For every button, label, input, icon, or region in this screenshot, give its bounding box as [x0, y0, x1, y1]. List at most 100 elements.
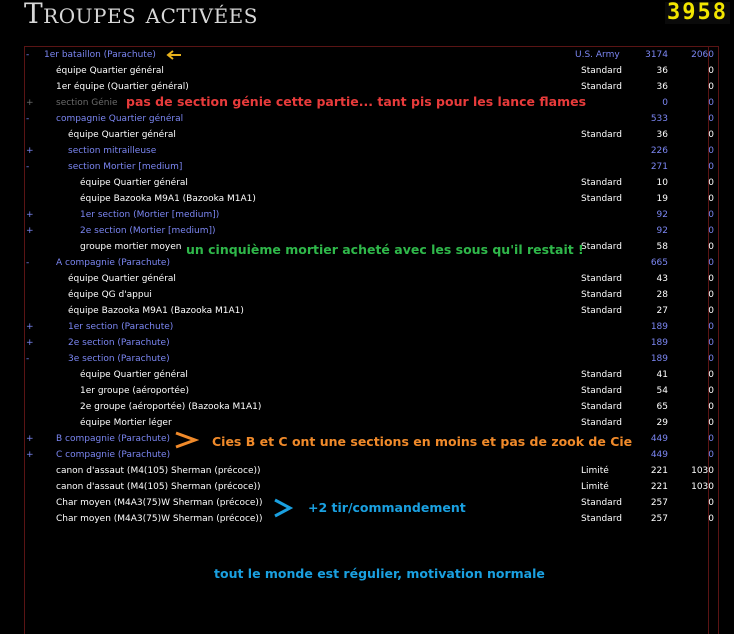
unit-name: 1er bataillon (Parachute)	[44, 50, 156, 60]
unit-points: 271	[650, 162, 668, 172]
unit-quality: Standard	[581, 178, 622, 188]
table-row[interactable]: - compagnie Quartier général 533 0	[0, 111, 734, 127]
table-row[interactable]: équipe Quartier général Standard 43 0	[0, 271, 734, 287]
expand-toggle[interactable]: +	[26, 447, 34, 463]
unit-points: 58	[656, 242, 668, 252]
unit-points: 189	[650, 354, 668, 364]
table-row[interactable]: équipe Mortier léger Standard 29 0	[0, 415, 734, 431]
unit-quality: Standard	[581, 66, 622, 76]
table-row[interactable]: + section mitrailleuse 226 0	[0, 143, 734, 159]
table-row[interactable]: 2e groupe (aéroportée) (Bazooka M1A1) Sta…	[0, 399, 734, 415]
unit-points: 221	[650, 482, 668, 492]
table-row[interactable]: - 3e section (Parachute) 189 0	[0, 351, 734, 367]
unit-name: canon d'assaut (M4(105) Sherman (précoce…	[56, 482, 261, 492]
unit-extra: 0	[708, 306, 714, 316]
unit-name: équipe QG d'appui	[68, 290, 152, 300]
unit-name: équipe Quartier général	[68, 130, 176, 140]
expand-toggle[interactable]: +	[26, 319, 34, 335]
table-row[interactable]: équipe Quartier général Standard 36 0	[0, 127, 734, 143]
table-row[interactable]: 1er groupe (aéroportée) Standard 54 0	[0, 383, 734, 399]
unit-extra: 0	[708, 514, 714, 524]
unit-extra: 1030	[691, 466, 714, 476]
collapse-toggle[interactable]: -	[26, 255, 29, 271]
annotation-tir: +2 tir/commandement	[308, 500, 466, 515]
unit-points: 226	[650, 146, 668, 156]
table-row[interactable]: +1er section (Parachute) 189 0	[0, 319, 734, 335]
table-row[interactable]: équipe Quartier général Standard 10 0	[0, 175, 734, 191]
unit-name: A compagnie (Parachute)	[56, 258, 170, 268]
unit-extra: 0	[708, 162, 714, 172]
collapse-toggle[interactable]: -	[26, 159, 29, 175]
unit-name: équipe Quartier général	[68, 274, 176, 284]
expand-toggle[interactable]: +	[26, 95, 34, 111]
collapse-toggle[interactable]: -	[26, 47, 29, 63]
unit-extra: 0	[708, 226, 714, 236]
unit-extra: 0	[708, 290, 714, 300]
unit-points: 36	[656, 130, 668, 140]
table-row[interactable]: 1er équipe (Quartier général) Standard 36 0	[0, 79, 734, 95]
unit-quality: Standard	[581, 402, 622, 412]
unit-extra: 2060	[691, 50, 714, 60]
unit-extra: 0	[708, 338, 714, 348]
unit-points: 27	[656, 306, 668, 316]
table-row[interactable]: - section Mortier [medium] 271 0	[0, 159, 734, 175]
unit-extra: 1030	[691, 482, 714, 492]
table-row[interactable]: +2e section (Mortier [medium]) 92 0	[0, 223, 734, 239]
table-row[interactable]: équipe QG d'appui Standard 28 0	[0, 287, 734, 303]
unit-points: 221	[650, 466, 668, 476]
unit-points: 19	[656, 194, 668, 204]
table-row[interactable]: équipe Quartier général Standard 41 0	[0, 367, 734, 383]
unit-name: canon d'assaut (M4(105) Sherman (précoce…	[56, 466, 261, 476]
expand-toggle[interactable]: +	[26, 207, 34, 223]
unit-extra: 0	[708, 402, 714, 412]
unit-points: 36	[656, 82, 668, 92]
table-row[interactable]: équipe Bazooka M9A1 (Bazooka M1A1) Standa…	[0, 303, 734, 319]
collapse-toggle[interactable]: -	[26, 111, 29, 127]
table-row[interactable]: équipe Bazooka M9A1 (Bazooka M1A1) Standa…	[0, 191, 734, 207]
unit-quality: Standard	[581, 306, 622, 316]
unit-extra: 0	[708, 146, 714, 156]
unit-quality: Limité	[581, 466, 609, 476]
unit-points: 36	[656, 66, 668, 76]
expand-toggle[interactable]: +	[26, 335, 34, 351]
table-row[interactable]: équipe Quartier général Standard 36 0	[0, 63, 734, 79]
unit-name: B compagnie (Parachute)	[56, 434, 170, 444]
unit-points: 54	[656, 386, 668, 396]
table-row[interactable]: - 1er bataillon (Parachute) U.S. Army 3174 2…	[0, 47, 734, 63]
unit-extra: 0	[708, 114, 714, 124]
unit-name: équipe Bazooka M9A1 (Bazooka M1A1)	[80, 194, 256, 204]
unit-points: 92	[656, 210, 668, 220]
table-row[interactable]: +1er section (Mortier [medium]) 92 0	[0, 207, 734, 223]
unit-points: 41	[656, 370, 668, 380]
unit-extra: 0	[708, 258, 714, 268]
unit-quality: Standard	[581, 194, 622, 204]
unit-name: section mitrailleuse	[68, 146, 157, 156]
unit-name: compagnie Quartier général	[56, 114, 184, 124]
expand-toggle[interactable]: +	[26, 431, 34, 447]
unit-points: 189	[650, 338, 668, 348]
unit-extra: 0	[708, 194, 714, 204]
unit-name: section Mortier [medium]	[68, 162, 183, 172]
table-row[interactable]: - A compagnie (Parachute) 665 0	[0, 255, 734, 271]
table-row[interactable]: canon d'assaut (M4(105) Sherman (précoce…	[0, 479, 734, 495]
unit-points: 43	[656, 274, 668, 284]
collapse-toggle[interactable]: -	[26, 351, 29, 367]
unit-quality: Standard	[581, 82, 622, 92]
table-row[interactable]: canon d'assaut (M4(105) Sherman (précoce…	[0, 463, 734, 479]
expand-toggle[interactable]: +	[26, 223, 34, 239]
unit-extra: 0	[708, 66, 714, 76]
expand-toggle[interactable]: +	[26, 143, 34, 159]
unit-name: groupe mortier moyen	[80, 242, 182, 252]
chevron-right-icon	[175, 431, 199, 449]
annotation-genie: pas de section génie cette partie... tan…	[126, 94, 587, 109]
unit-quality: Standard	[581, 386, 622, 396]
unit-points: 3174	[645, 50, 668, 60]
annotation-mortier: un cinquième mortier acheté avec les sou…	[186, 242, 584, 257]
table-row[interactable]: +2e section (Parachute) 189 0	[0, 335, 734, 351]
unit-quality: Limité	[581, 482, 609, 492]
unit-name: 1er groupe (aéroportée)	[80, 386, 189, 396]
unit-points: 10	[656, 178, 668, 188]
unit-name: 3e section (Parachute)	[68, 354, 170, 364]
unit-extra: 0	[708, 274, 714, 284]
table-row[interactable]: + C compagnie (Parachute) 449 0	[0, 447, 734, 463]
